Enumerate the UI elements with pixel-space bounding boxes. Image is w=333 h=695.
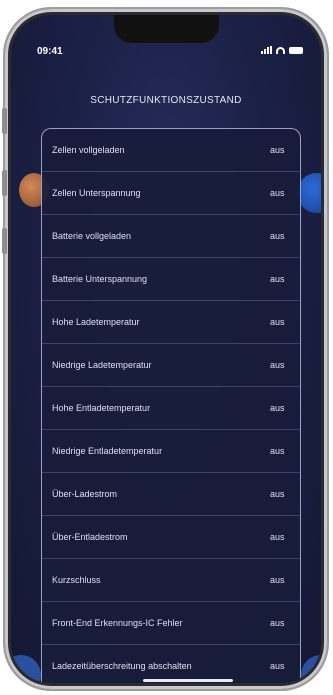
item-status: aus	[270, 360, 285, 370]
page-title: SCHUTZFUNKTIONSZUSTAND	[90, 95, 242, 106]
item-status: aus	[270, 446, 285, 456]
item-status: aus	[270, 145, 285, 155]
decorative-blue-orb	[11, 655, 41, 683]
item-status: aus	[270, 231, 285, 241]
item-label: Kurzschluss	[52, 575, 101, 585]
item-label: Hohe Entladetemperatur	[52, 403, 151, 413]
list-item: Batterie vollgeladen aus	[42, 215, 300, 258]
item-status: aus	[270, 532, 285, 542]
list-item: Ladezeitüberschreitung abschalten aus	[42, 645, 300, 683]
list-item: Kurzschluss aus	[42, 559, 300, 602]
status-time: 09:41	[37, 46, 63, 57]
volume-down-button	[2, 228, 7, 254]
volume-up-button	[2, 170, 7, 196]
item-label: Niedrige Ladetemperatur	[52, 360, 152, 370]
item-label: Front-End Erkennungs-IC Fehler	[52, 618, 183, 628]
list-item: Front-End Erkennungs-IC Fehler aus	[42, 602, 300, 645]
list-item: Zellen Unterspannung aus	[42, 172, 300, 215]
list-item: Hohe Entladetemperatur aus	[42, 387, 300, 430]
list-item: Hohe Ladetemperatur aus	[42, 301, 300, 344]
home-indicator[interactable]	[143, 679, 233, 682]
battery-icon	[289, 46, 303, 54]
item-label: Ladezeitüberschreitung abschalten	[52, 661, 192, 671]
list-item: Batterie Unterspannung aus	[42, 258, 300, 301]
mute-switch	[2, 108, 7, 134]
protection-status-list: Zellen vollgeladen aus Zellen Unterspann…	[41, 128, 301, 683]
item-label: Zellen vollgeladen	[52, 145, 125, 155]
item-label: Batterie Unterspannung	[52, 274, 148, 284]
item-label: Niedrige Entladetemperatur	[52, 446, 163, 456]
list-item: Zellen vollgeladen aus	[42, 129, 300, 172]
item-status: aus	[270, 274, 285, 284]
item-status: aus	[270, 575, 285, 585]
item-status: aus	[270, 317, 285, 327]
notch	[114, 15, 219, 43]
item-status: aus	[270, 618, 285, 628]
list-item: Niedrige Entladetemperatur aus	[42, 430, 300, 473]
item-status: aus	[270, 489, 285, 499]
wifi-icon	[276, 46, 285, 54]
list-item: Über-Entladestrom aus	[42, 516, 300, 559]
decorative-blue-orb	[301, 655, 321, 683]
item-label: Batterie vollgeladen	[52, 231, 132, 241]
list-item: Niedrige Ladetemperatur aus	[42, 344, 300, 387]
item-label: Über-Ladestrom	[52, 489, 118, 499]
list-item: Über-Ladestrom aus	[42, 473, 300, 516]
item-label: Zellen Unterspannung	[52, 188, 141, 198]
item-label: Über-Entladestrom	[52, 532, 128, 542]
item-status: aus	[270, 188, 285, 198]
app-screen: 09:41 SCHUTZFUNKTIONSZUSTAND Zellen voll…	[11, 15, 321, 683]
item-status: aus	[270, 661, 285, 671]
signal-icon	[261, 46, 272, 54]
status-icons	[261, 46, 303, 54]
item-label: Hohe Ladetemperatur	[52, 317, 140, 327]
item-status: aus	[270, 403, 285, 413]
